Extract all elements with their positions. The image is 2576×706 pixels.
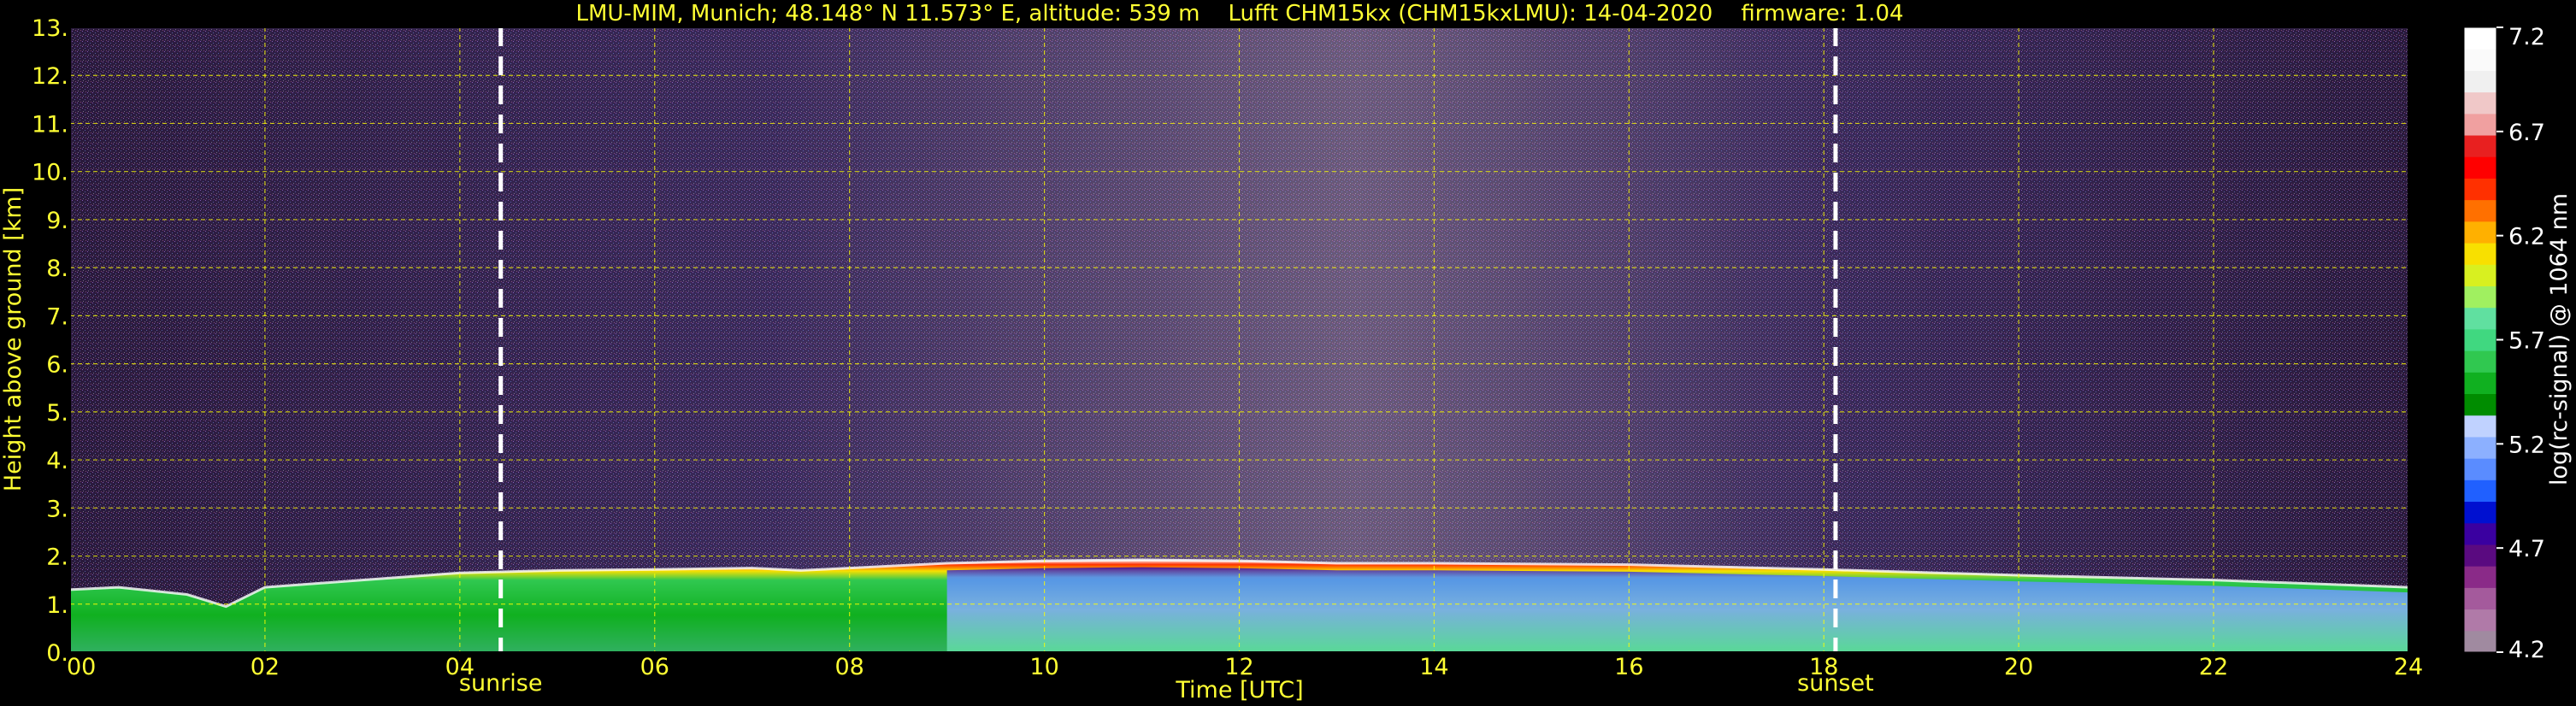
colorbar-segment: [2464, 458, 2496, 480]
colorbar-segment: [2464, 350, 2496, 373]
y-tick-label: 13.: [32, 15, 68, 42]
y-tick-label: 0.: [46, 640, 68, 667]
y-tick-labels: 0. 1. 2. 3. 4. 5. 6. 7. 8. 9. 10. 11. 12. 13.: [32, 15, 68, 667]
x-tick-label: 22: [2199, 654, 2228, 680]
x-tick-label: 14: [1419, 654, 1448, 680]
colorbar-segment: [2464, 49, 2496, 71]
colorbar-segment: [2464, 372, 2496, 395]
colorbar-segment: [2464, 113, 2496, 136]
colorbar-segment: [2464, 630, 2496, 653]
colorbar-segment: [2464, 522, 2496, 545]
y-tick-label: 6.: [46, 352, 68, 379]
colorbar-segment: [2464, 328, 2496, 351]
x-tick-label: 16: [1614, 654, 1643, 680]
colorbar-tick-label: 6.2: [2508, 224, 2545, 250]
colorbar-segment: [2464, 135, 2496, 157]
colorbar-segment: [2464, 501, 2496, 524]
colorbar-segment: [2464, 199, 2496, 222]
colorbar-segment: [2464, 27, 2496, 50]
x-tick-label: 02: [251, 654, 280, 680]
y-tick-label: 11.: [32, 111, 68, 138]
colorbar-segment: [2464, 544, 2496, 567]
y-tick-label: 5.: [46, 400, 68, 427]
colorbar-tick-label: 6.7: [2508, 120, 2545, 146]
colorbar-segment: [2464, 587, 2496, 610]
colorbar-segment: [2464, 264, 2496, 286]
x-axis-label: Time [UTC]: [1175, 677, 1303, 703]
y-axis-label: Height above ground [km]: [0, 187, 27, 491]
x-tick-label: 04: [445, 654, 475, 680]
y-tick-label: 8.: [46, 256, 68, 282]
colorbar-segment: [2464, 156, 2496, 179]
chart-title: LMU-MIM, Munich; 48.148° N 11.573° E, al…: [575, 1, 1903, 26]
colorbar-segment: [2464, 609, 2496, 632]
x-tick-label: 10: [1029, 654, 1058, 680]
y-tick-label: 3.: [46, 496, 68, 522]
y-tick-label: 1.: [46, 592, 68, 619]
colorbar-segment: [2464, 393, 2496, 416]
colorbar-segment: [2464, 479, 2496, 503]
colorbar-segment: [2464, 243, 2496, 265]
colorbar-tick-label: 4.2: [2508, 637, 2545, 663]
colorbar-segment: [2464, 285, 2496, 309]
colorbar-tick-labels: 4.2 4.7 5.2 5.7 6.2 6.7 7.2: [2496, 24, 2545, 663]
colorbar-segment: [2464, 221, 2496, 244]
colorbar-tick-label: 7.2: [2508, 24, 2545, 50]
y-tick-label: 2.: [46, 544, 68, 571]
ceilometer-chart: sunrise sunset 00 02 04 06 08 10 12 14 16 18 20 22 24…: [0, 1, 2573, 703]
y-tick-label: 9.: [46, 208, 68, 234]
x-tick-label: 20: [2004, 654, 2033, 680]
colorbar-segment: [2464, 566, 2496, 588]
x-tick-label: 24: [2394, 654, 2423, 680]
colorbar-label: log(rc-signal) @ 1064 nm: [2546, 193, 2573, 485]
y-tick-label: 7.: [46, 303, 68, 330]
x-tick-label: 00: [67, 654, 96, 680]
x-tick-label: 08: [834, 654, 864, 680]
colorbar-tick-label: 5.2: [2508, 432, 2545, 458]
colorbar-tick-label: 4.7: [2508, 536, 2545, 562]
colorbar-segment: [2464, 178, 2496, 201]
y-tick-label: 10.: [32, 160, 68, 186]
colorbar-segment: [2464, 307, 2496, 330]
y-tick-label: 4.: [46, 448, 68, 474]
colorbar-tick-label: 5.7: [2508, 328, 2545, 355]
colorbar-segment: [2464, 91, 2496, 115]
x-tick-label: 18: [1809, 654, 1838, 680]
colorbar-segment: [2464, 70, 2496, 93]
colorbar-segment: [2464, 415, 2496, 438]
y-tick-label: 12.: [32, 63, 68, 90]
x-tick-label: 06: [640, 654, 669, 680]
colorbar: [2463, 26, 2497, 653]
colorbar-segment: [2464, 436, 2496, 459]
